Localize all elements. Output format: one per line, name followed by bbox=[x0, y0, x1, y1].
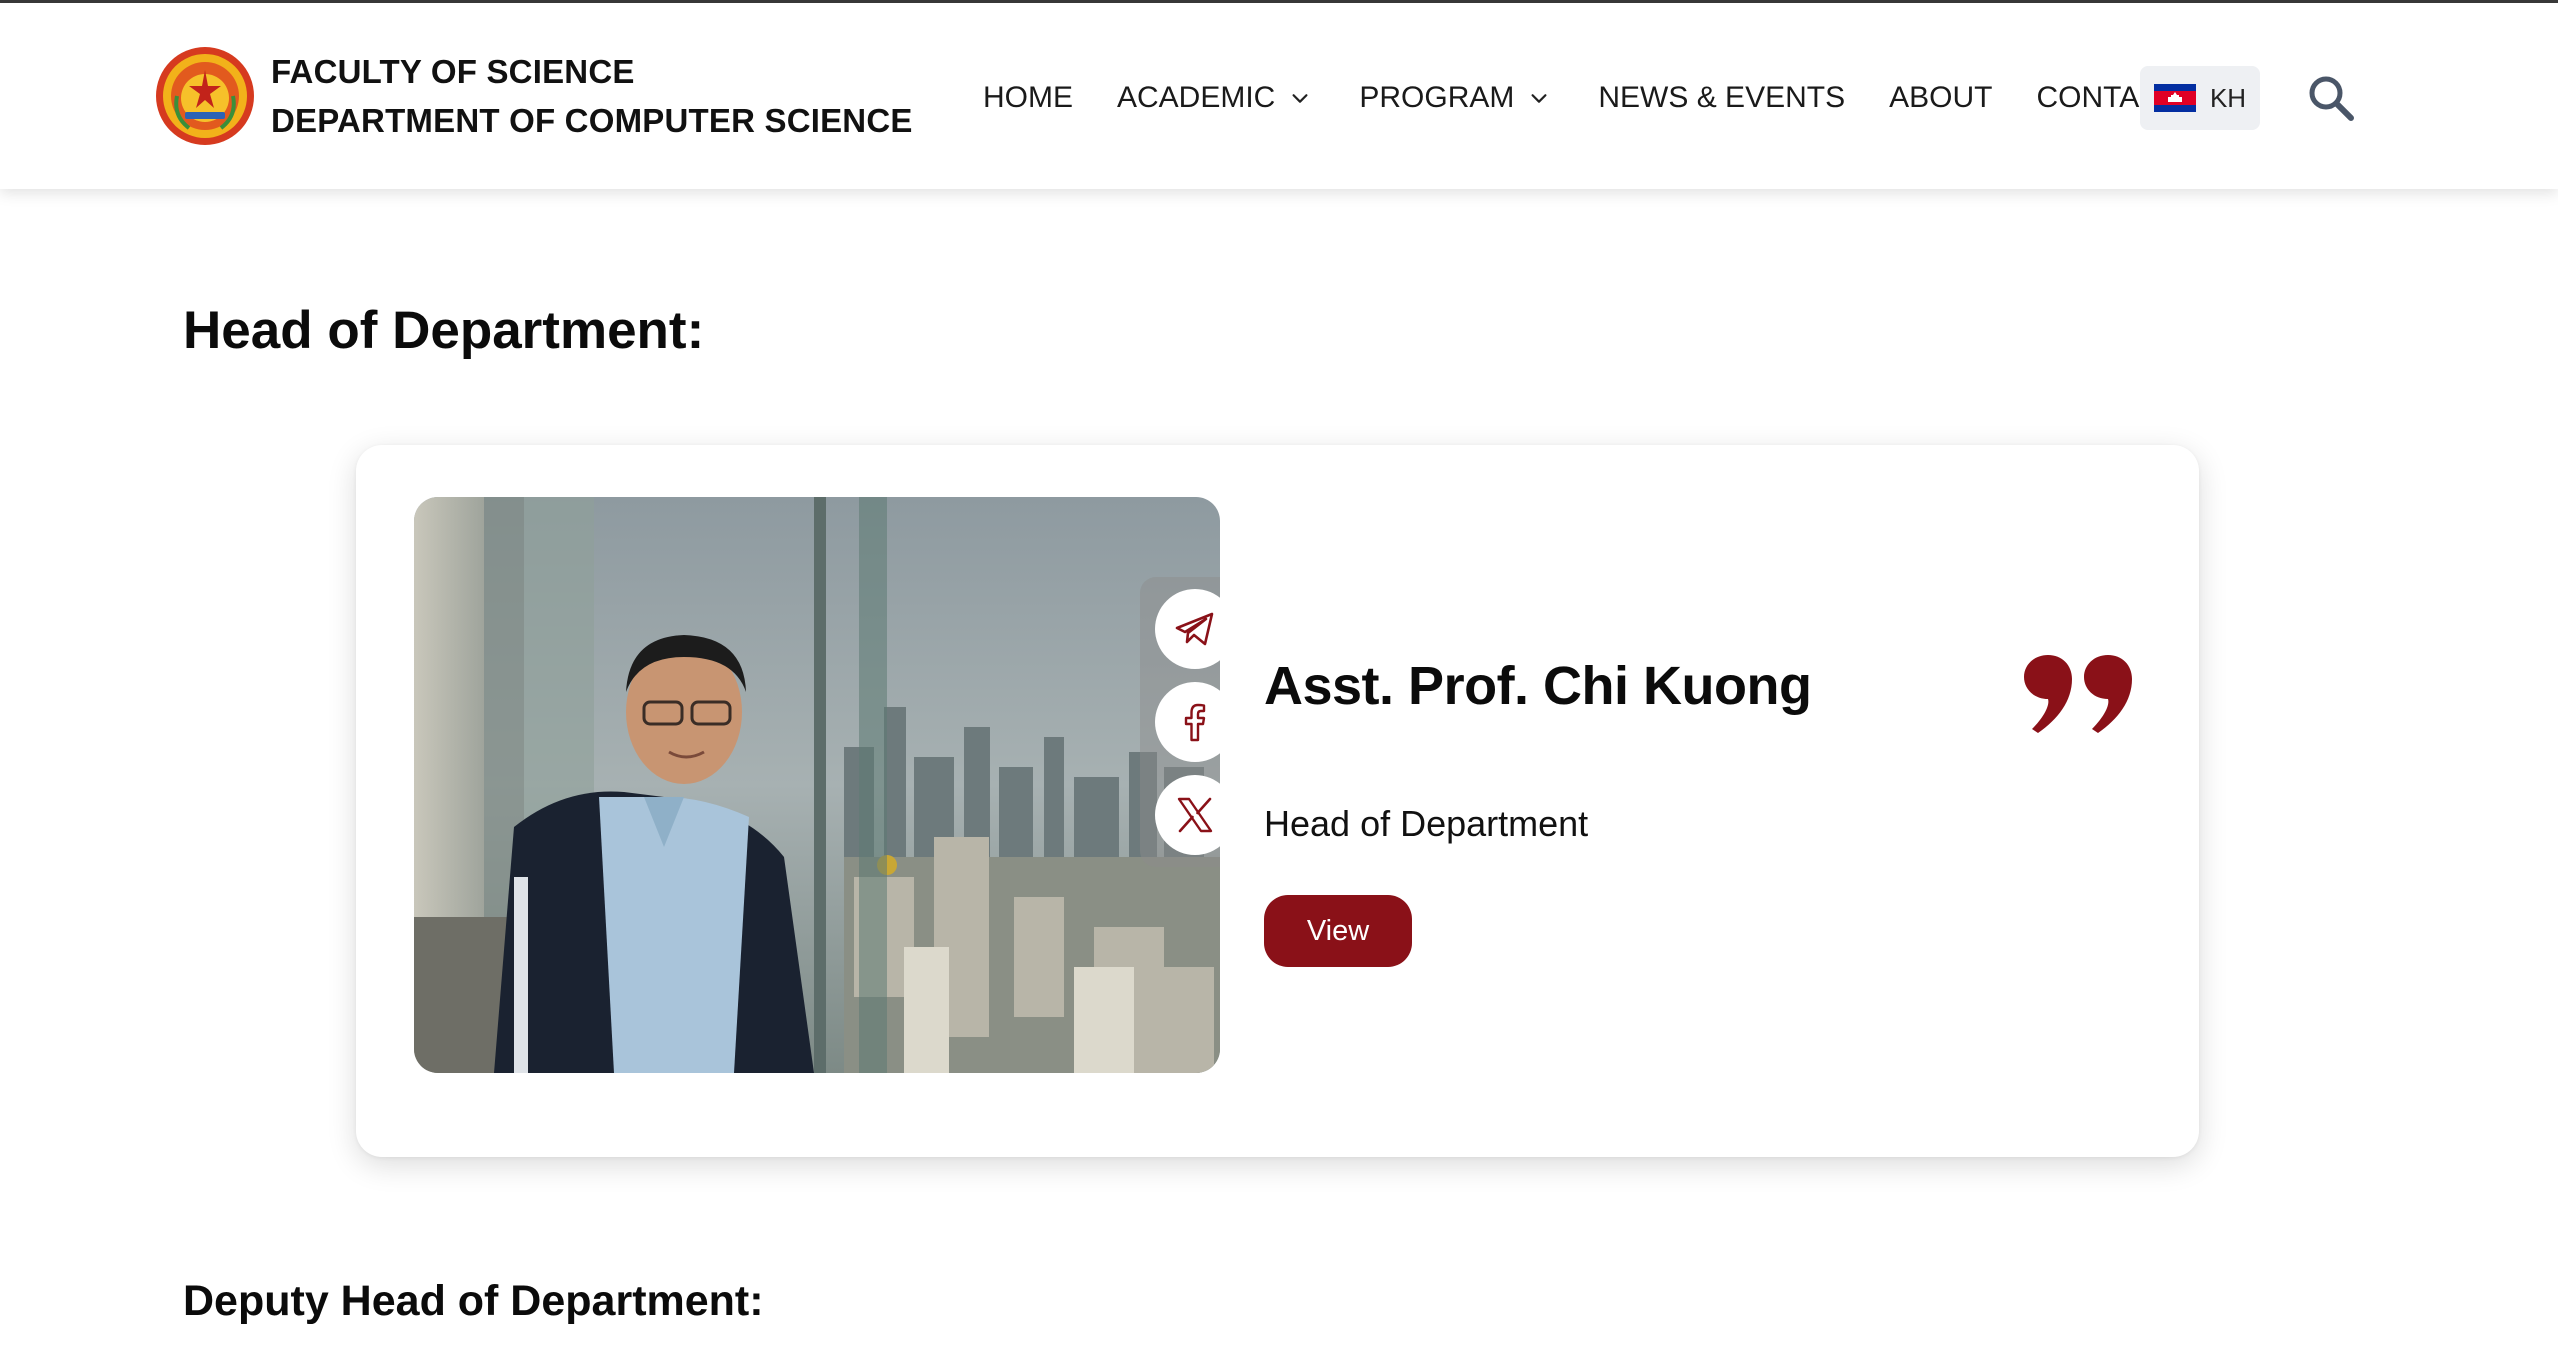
view-button[interactable]: View bbox=[1264, 895, 1412, 967]
main-nav: HOME ACADEMIC PROGRAM NEWS & EVENTS ABOU… bbox=[983, 67, 2223, 129]
nav-about[interactable]: ABOUT bbox=[1889, 81, 1992, 115]
chevron-down-icon bbox=[1292, 94, 1308, 103]
brand-title-line1: FACULTY OF SCIENCE bbox=[271, 53, 635, 90]
language-label: KH bbox=[2209, 82, 2247, 113]
brand[interactable]: FACULTY OF SCIENCE DEPARTMENT OF COMPUTE… bbox=[155, 44, 913, 148]
telegram-icon bbox=[1175, 612, 1214, 646]
social-links bbox=[1140, 577, 1220, 867]
x-icon bbox=[1177, 797, 1213, 833]
site-header: FACULTY OF SCIENCE DEPARTMENT OF COMPUTE… bbox=[0, 3, 2558, 189]
person-name: Asst. Prof. Chi Kuong bbox=[1264, 656, 1812, 716]
nav-news-events[interactable]: NEWS & EVENTS bbox=[1598, 81, 1845, 115]
facebook-button[interactable] bbox=[1155, 682, 1220, 762]
university-seal-icon bbox=[156, 47, 254, 145]
chevron-down-icon bbox=[1531, 94, 1547, 103]
telegram-button[interactable] bbox=[1155, 589, 1220, 669]
section-title-deputy: Deputy Head of Department: bbox=[183, 1277, 764, 1325]
nav-academic[interactable]: ACADEMIC bbox=[1117, 81, 1311, 115]
profile-photo bbox=[414, 497, 1220, 1073]
x-twitter-button[interactable] bbox=[1155, 775, 1220, 855]
brand-title-line2: DEPARTMENT OF COMPUTER SCIENCE bbox=[271, 102, 913, 139]
profile-card: Asst. Prof. Chi Kuong Head of Department… bbox=[356, 445, 2199, 1157]
quote-icon bbox=[2024, 655, 2132, 733]
nav-home-label: HOME bbox=[983, 81, 1073, 114]
search-icon[interactable] bbox=[2306, 73, 2356, 123]
language-switcher[interactable]: KH bbox=[2140, 66, 2260, 130]
nav-about-label: ABOUT bbox=[1889, 81, 1993, 114]
nav-home[interactable]: HOME bbox=[983, 81, 1073, 115]
nav-program[interactable]: PROGRAM bbox=[1359, 81, 1550, 115]
cambodia-flag-icon bbox=[2153, 84, 2196, 112]
nav-program-label: PROGRAM bbox=[1359, 81, 1515, 114]
facebook-icon bbox=[1184, 703, 1206, 742]
nav-academic-label: ACADEMIC bbox=[1117, 81, 1276, 114]
person-role: Head of Department bbox=[1264, 803, 1589, 844]
section-title-head: Head of Department: bbox=[183, 301, 705, 360]
nav-news-events-label: NEWS & EVENTS bbox=[1598, 81, 1846, 114]
